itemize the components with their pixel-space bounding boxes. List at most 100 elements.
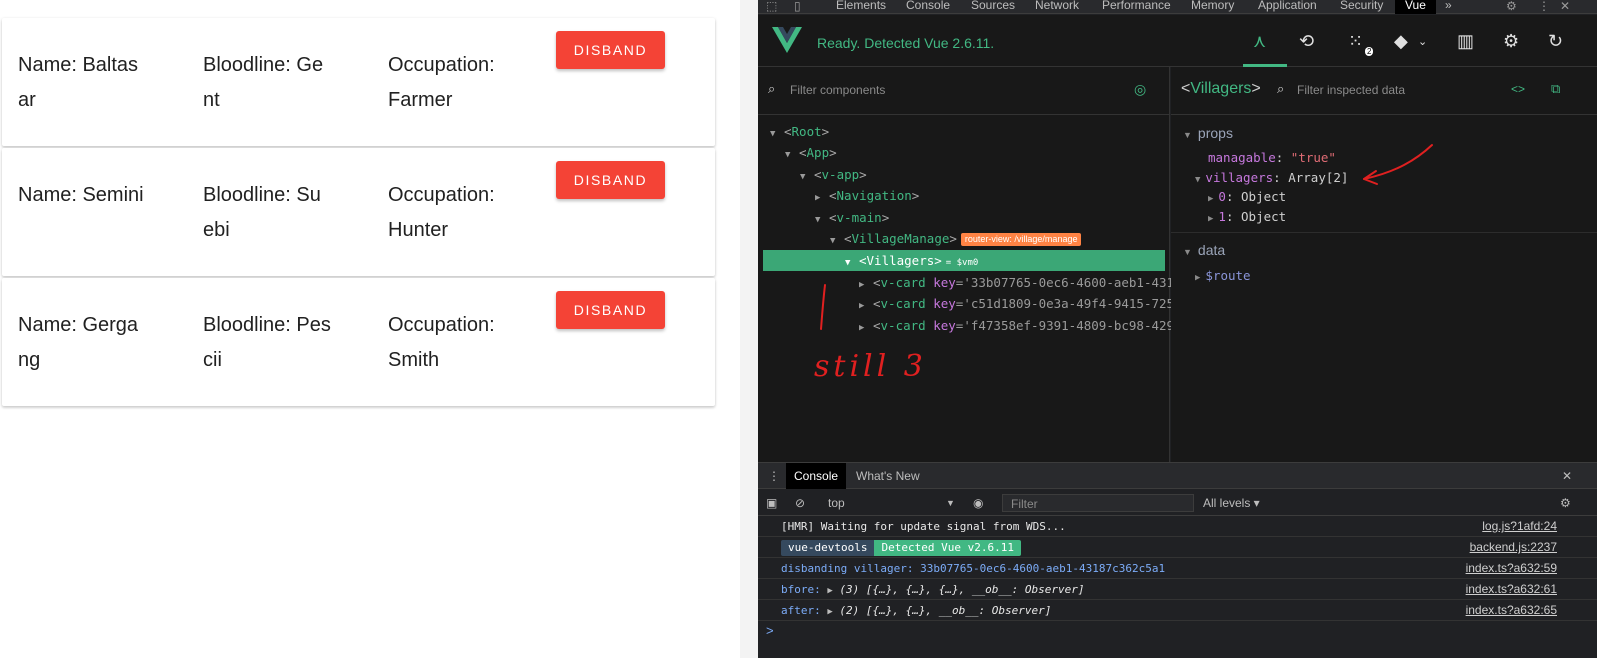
console-settings-icon[interactable]: ⚙ (1560, 496, 1571, 510)
props-section-header[interactable]: ▼ props (1183, 125, 1233, 141)
timeline-badge: 2 (1365, 47, 1374, 56)
data-route[interactable]: ▶ $route (1195, 268, 1251, 283)
tree-node-v-card[interactable]: ▶ <v-card key='33b07765-0ec6-4600-aeb1-43… (859, 272, 1204, 293)
context-selector[interactable]: top (828, 496, 845, 510)
router-view-badge: router-view: /village/manage (960, 233, 1082, 246)
villager-card: Name: Semini Bloodline: Suebi Occupation… (2, 148, 715, 276)
disband-button[interactable]: DISBAND (556, 291, 665, 329)
components-tab-icon[interactable]: ⋏ (1253, 31, 1266, 52)
inspector-filter-input[interactable]: Filter inspected data (1297, 83, 1405, 97)
villager-name: Name: Semini (18, 184, 144, 206)
tab-elements[interactable]: Elements (836, 0, 886, 12)
inspected-component-title: <Villagers> (1181, 80, 1261, 97)
source-link[interactable]: index.ts?a632:65 (1466, 600, 1557, 621)
performance-chart-icon[interactable]: ▥ (1457, 31, 1474, 52)
source-link[interactable]: index.ts?a632:59 (1466, 558, 1557, 579)
tab-console[interactable]: Console (906, 0, 950, 12)
data-section-header[interactable]: ▼ data (1183, 242, 1225, 258)
open-external-icon[interactable]: ⧉ (1551, 81, 1560, 97)
devtools-panel: ⬚ ▯ Elements Console Sources Network Per… (758, 0, 1597, 658)
tab-memory[interactable]: Memory (1191, 0, 1234, 12)
villager-occupation: Occupation: Hunter (388, 184, 495, 241)
annotation-arrow (1363, 144, 1433, 185)
devtools-tab-bar: ⬚ ▯ Elements Console Sources Network Per… (758, 0, 1597, 14)
vue-devtools-header: Ready. Detected Vue 2.6.11. ⋏ ⟲ ⁙ 2 ◆ ⌄ … (758, 15, 1597, 67)
tree-node-village-manage[interactable]: ▼ <VillageManage> router-view: /village/ma… (830, 228, 1082, 249)
device-toolbar-icon[interactable]: ▯ (794, 0, 801, 13)
drawer-tab-bar: ⋮ Console What's New ✕ (758, 463, 1597, 489)
live-expression-eye-icon[interactable]: ◉ (973, 496, 983, 510)
vuex-icon[interactable]: ⁙ (1348, 31, 1363, 52)
close-drawer-icon[interactable]: ✕ (1562, 469, 1572, 483)
inspect-element-icon[interactable]: ⬚ (766, 0, 777, 13)
villager-card: Name: Gergang Bloodline: Pescii Occupati… (2, 278, 715, 406)
villager-card: Name: Baltasar Bloodline: Gent Occupatio… (2, 18, 715, 146)
tree-node-v-card[interactable]: ▶ <v-card key='f47358ef-9391-4809-bc98-42… (859, 315, 1204, 336)
inspector-pane: <Villagers> ⌕ Filter inspected data <> ⧉… (1171, 67, 1597, 462)
tree-node-villagers[interactable]: ▼ <Villagers> = $vm0 (845, 250, 978, 271)
villager-name: Name: Baltasar (18, 54, 139, 111)
vue-logo-icon (772, 27, 802, 53)
console-message[interactable]: bfore: ▶ (3) [{…}, {…}, {…}, __ob__: Obs… (758, 579, 1597, 600)
component-filter-bar: ⌕ Filter components ◎ (758, 67, 1169, 115)
select-component-icon[interactable]: ◎ (1134, 81, 1146, 98)
close-icon[interactable]: ✕ (1560, 0, 1570, 13)
vue-status-text: Ready. Detected Vue 2.6.11. (817, 35, 995, 51)
tab-vue[interactable]: Vue (1395, 0, 1436, 14)
clear-console-icon[interactable]: ⊘ (795, 496, 805, 510)
prop-villagers[interactable]: ▼ villagers: Array[2] (1195, 170, 1348, 185)
console-filter-input[interactable]: Filter (1002, 494, 1194, 512)
annotation-still-three: still 3 (814, 349, 927, 384)
disband-button[interactable]: DISBAND (556, 161, 665, 199)
components-pane: ⌕ Filter components ◎ ▼ <Root> ▼ <App> ▼ <v… (758, 67, 1204, 462)
tab-application[interactable]: Application (1258, 0, 1317, 12)
console-message: [HMR] Waiting for update signal from WDS… (758, 516, 1597, 537)
timeline-history-icon[interactable]: ⟲ (1299, 31, 1314, 52)
component-filter-input[interactable]: Filter components (790, 83, 885, 97)
tab-network[interactable]: Network (1035, 0, 1079, 12)
villager-bloodline: Bloodline: Gent (203, 54, 324, 111)
inspector-header: <Villagers> ⌕ Filter inspected data <> ⧉ (1171, 67, 1597, 115)
tree-node-app[interactable]: ▼ <App> (785, 142, 837, 163)
code-icon[interactable]: <> (1511, 82, 1525, 96)
tree-node-root[interactable]: ▼ <Root> (770, 121, 829, 142)
drawer-menu-icon[interactable]: ⋮ (768, 469, 780, 483)
kebab-menu-icon[interactable]: ⋮ (1538, 0, 1550, 13)
tab-sources[interactable]: Sources (971, 0, 1015, 12)
refresh-icon[interactable]: ↻ (1548, 31, 1563, 52)
context-dropdown-icon[interactable]: ▼ (946, 498, 955, 508)
settings-gear-icon[interactable]: ⚙ (1506, 0, 1517, 13)
console-toolbar: ▣ ⊘ top ▼ ◉ Filter All levels ▾ ⚙ (758, 490, 1597, 516)
more-tabs-icon[interactable]: » (1445, 0, 1452, 12)
source-link[interactable]: log.js?1afd:24 (1482, 516, 1557, 537)
log-levels-dropdown[interactable]: All levels ▾ (1203, 496, 1260, 510)
tree-node-v-card[interactable]: ▶ <v-card key='c51d1809-0e3a-49f4-9415-72… (859, 293, 1204, 314)
drawer-tab-whats-new[interactable]: What's New (856, 469, 920, 483)
settings-icon[interactable]: ⚙ (1503, 31, 1519, 52)
villager-name: Name: Gergang (18, 314, 139, 371)
tab-security[interactable]: Security (1340, 0, 1383, 12)
disband-button[interactable]: DISBAND (556, 31, 665, 69)
console-message: disbanding villager: 33b07765-0ec6-4600-… (758, 558, 1597, 579)
prop-villagers-item-0[interactable]: ▶ 0: Object (1208, 189, 1286, 204)
console-drawer: ⋮ Console What's New ✕ ▣ ⊘ top ▼ ◉ Filte… (758, 462, 1597, 658)
tree-node-navigation[interactable]: ▶ <Navigation> (815, 185, 919, 206)
vue-devtools-badge: vue-devtools (781, 540, 875, 556)
source-link[interactable]: backend.js:2237 (1470, 537, 1557, 558)
console-message: vue-devtools Detected Vue v2.6.11 backend… (758, 537, 1597, 558)
drawer-tab-console[interactable]: Console (786, 463, 847, 489)
source-link[interactable]: index.ts?a632:61 (1466, 579, 1557, 600)
search-icon: ⌕ (1277, 81, 1285, 96)
routing-icon[interactable]: ◆ (1394, 31, 1408, 52)
console-prompt[interactable]: > (766, 623, 774, 638)
page: Name: Baltasar Bloodline: Gent Occupatio… (0, 0, 1597, 658)
tree-node-v-main[interactable]: ▼ <v-main> (815, 207, 889, 228)
sidebar-toggle-icon[interactable]: ▣ (766, 496, 777, 510)
villager-bloodline: Bloodline: Suebi (203, 184, 321, 241)
chevron-down-icon[interactable]: ⌄ (1418, 35, 1427, 48)
tab-performance[interactable]: Performance (1102, 0, 1171, 12)
prop-villagers-item-1[interactable]: ▶ 1: Object (1208, 209, 1286, 224)
console-message[interactable]: after: ▶ (2) [{…}, {…}, __ob__: Observer… (758, 600, 1597, 621)
tree-node-v-app[interactable]: ▼ <v-app> (800, 164, 867, 185)
detected-vue-badge: Detected Vue v2.6.11 (874, 540, 1021, 556)
